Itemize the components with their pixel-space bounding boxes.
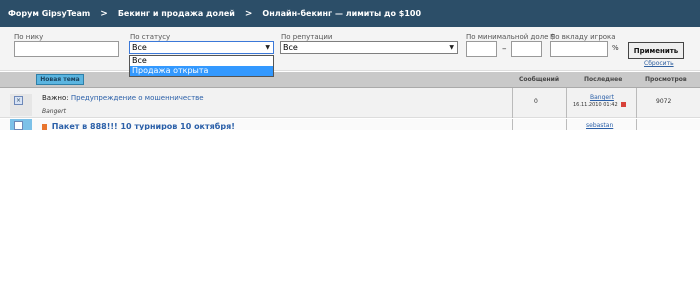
topic-status-icon <box>14 121 23 130</box>
replies-count: 0 <box>534 98 538 105</box>
views-column-header[interactable]: Просмотров <box>645 76 687 83</box>
topic-table-header: Новая тема Сообщений Последнее Просмотро… <box>0 72 700 88</box>
last-post-user[interactable]: sebastan <box>586 122 613 129</box>
breadcrumb-backing[interactable]: Бекинг и продажа долей <box>118 9 235 18</box>
status-selected-value: Все <box>132 43 147 52</box>
player-share-filter-label: По вкладу игрока <box>550 33 616 41</box>
new-topic-button[interactable]: Новая тема <box>36 74 84 85</box>
reset-link[interactable]: Сбросить <box>644 60 674 67</box>
column-divider <box>512 88 513 118</box>
breadcrumb-separator: > <box>244 8 253 19</box>
important-prefix: Важно: <box>42 94 69 102</box>
last-post-user[interactable]: Bangert <box>590 94 614 101</box>
column-divider <box>636 119 637 130</box>
last-post-column-header[interactable]: Последнее <box>584 76 622 83</box>
reputation-filter-label: По репутации <box>281 33 333 41</box>
player-share-input[interactable] <box>550 41 608 57</box>
last-post-date: 16.11.2010 01:42 <box>573 102 627 108</box>
reputation-selected-value: Все <box>283 43 298 52</box>
chevron-down-icon: ▼ <box>449 44 454 51</box>
topic-row: Пакет в 888!!! 10 турниров 10 октября! s… <box>0 119 700 130</box>
nick-filter-label: По нику <box>14 33 44 41</box>
apply-button[interactable]: Применить <box>628 42 684 59</box>
reputation-filter-select[interactable]: Все ▼ <box>280 41 458 54</box>
column-divider <box>512 119 513 130</box>
column-divider <box>566 119 567 130</box>
topic-author[interactable]: Bangert <box>42 108 66 115</box>
column-divider <box>636 88 637 118</box>
breadcrumb-forum[interactable]: Форум GipsyTeam <box>8 9 90 18</box>
forum-viewport: Форум GipsyTeam > Бекинг и продажа долей… <box>0 0 700 130</box>
min-share-to-input[interactable] <box>511 41 542 57</box>
status-dropdown-list: Все Продажа открыта <box>129 55 274 77</box>
views-count: 9072 <box>656 98 672 105</box>
percent-sign: % <box>612 44 619 52</box>
range-dash: – <box>502 44 507 54</box>
status-option-open[interactable]: Продажа открыта <box>130 66 273 76</box>
filter-panel: По нику По статусу Все ▼ По репутации Вс… <box>0 27 700 71</box>
column-divider <box>566 88 567 118</box>
topic-link[interactable]: Пакет в 888!!! 10 турниров 10 октября! <box>52 122 235 130</box>
flag-icon <box>42 123 47 130</box>
min-share-filter-label: По минимальной доле $ <box>466 33 556 41</box>
go-to-last-post-icon[interactable] <box>621 102 627 107</box>
topic-title: Пакет в 888!!! 10 турниров 10 октября! <box>42 122 235 130</box>
topic-link[interactable]: Предупреждение о мошенничестве <box>71 94 204 102</box>
chevron-down-icon: ▼ <box>265 44 270 51</box>
replies-column-header[interactable]: Сообщений <box>519 76 559 83</box>
last-post-date-text: 16.11.2010 01:42 <box>573 102 618 108</box>
sticky-topic-icon: × <box>14 96 23 105</box>
topic-row: × Важно: Предупреждение о мошенничестве … <box>0 88 700 118</box>
breadcrumb-bar: Форум GipsyTeam > Бекинг и продажа долей… <box>0 0 700 27</box>
status-filter-label: По статусу <box>130 33 171 41</box>
topic-title: Важно: Предупреждение о мошенничестве <box>42 94 204 102</box>
breadcrumb-separator: > <box>100 8 108 19</box>
status-filter-select[interactable]: Все ▼ <box>129 41 274 54</box>
breadcrumb-current: Онлайн-бекинг — лимиты до $100 <box>262 9 422 18</box>
min-share-from-input[interactable] <box>466 41 497 57</box>
status-option-all[interactable]: Все <box>130 56 273 66</box>
nick-filter-input[interactable] <box>14 41 119 57</box>
